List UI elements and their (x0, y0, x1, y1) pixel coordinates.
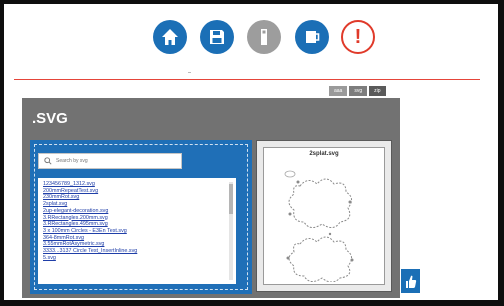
save-button[interactable] (200, 20, 234, 54)
file-item[interactable]: 200mmRepeatTest.svg (43, 188, 223, 195)
toolbar: ! (4, 4, 498, 79)
file-item[interactable]: 3 x 100mm Circles - E3En Test.svg (43, 228, 223, 235)
divider-dot (188, 72, 191, 73)
file-item[interactable]: 2splat.svg (43, 201, 223, 208)
sd-card-icon (261, 29, 267, 45)
search-box[interactable] (38, 153, 182, 169)
tab-aaa[interactable]: aaa (329, 86, 348, 96)
file-item[interactable]: 230mmRot.svg (43, 194, 223, 201)
mug-icon (306, 31, 320, 43)
home-button[interactable] (153, 20, 187, 54)
file-item[interactable]: 2up-elegant-decoration.svg (43, 208, 223, 215)
thumbs-up-button[interactable] (401, 269, 420, 293)
file-item[interactable]: 3.RRectangles.495mm.svg (43, 221, 223, 228)
file-list: 123456789_1312.svg 200mmRepeatTest.svg 2… (38, 178, 236, 284)
preview-canvas: 2splat.svg (263, 147, 385, 285)
preview-title: 2splat.svg (309, 151, 339, 157)
file-item[interactable]: 123456789_1312.svg (43, 181, 223, 188)
tab-svg[interactable]: svg (349, 86, 368, 96)
mug-button[interactable] (295, 20, 329, 54)
preview-panel: 2splat.svg (256, 140, 392, 292)
svg-panel: .SVG 123456789_1312.svg 200mmRepeatTest.… (22, 98, 400, 298)
tab-zip[interactable]: zip (369, 86, 386, 96)
file-item[interactable]: 3333...3137 Circle Test_InsertInline.svg (43, 248, 223, 255)
app-screen: ! aaa svg zip .SVG 123456789_1312.svg 20… (4, 4, 498, 300)
warning-icon: ! (354, 26, 362, 48)
scrollbar-thumb[interactable] (229, 184, 233, 214)
file-item[interactable]: 364-8mmRot.svg (43, 235, 223, 242)
file-item[interactable]: 3.RRectangles.200mm.svg (43, 215, 223, 222)
sd-card-button[interactable] (247, 20, 281, 54)
floppy-disk-icon (210, 30, 224, 44)
thumbs-up-icon (406, 275, 417, 288)
header-divider (14, 79, 480, 80)
splat-preview-image (284, 170, 354, 282)
file-list-scrollbar[interactable] (229, 182, 233, 280)
search-icon (44, 157, 52, 165)
panel-title: .SVG (32, 110, 68, 127)
search-input[interactable] (56, 158, 176, 164)
warning-button[interactable]: ! (341, 20, 375, 54)
format-tabs: aaa svg zip (329, 86, 386, 96)
home-icon (162, 29, 178, 45)
file-item[interactable]: 3.55mmRotAsymetric.svg (43, 241, 223, 248)
file-item[interactable]: 5.svg (43, 255, 223, 262)
